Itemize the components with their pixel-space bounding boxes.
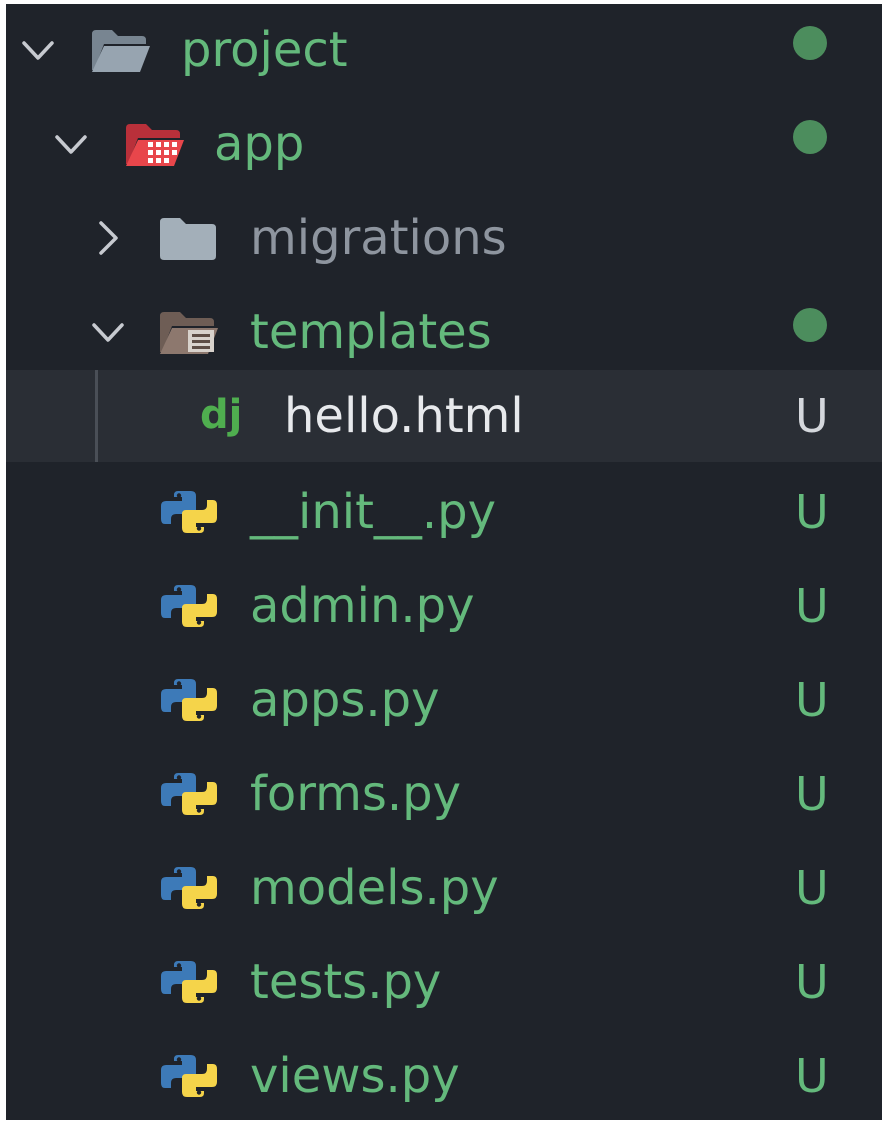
tree-item-migrations[interactable]: migrations	[6, 192, 882, 284]
git-status-untracked: U	[795, 861, 829, 915]
git-status-untracked: U	[795, 1049, 829, 1103]
tree-item-label: hello.html	[284, 388, 524, 444]
tree-item-label: apps.py	[250, 672, 440, 728]
folder-app-icon	[126, 124, 184, 166]
tree-item-admin-py[interactable]: admin.py U	[6, 560, 882, 652]
file-explorer-tree: project app migrations templates dj hell…	[6, 4, 882, 1120]
python-icon	[158, 488, 220, 536]
modified-dot	[793, 26, 827, 60]
folder-closed-icon	[160, 218, 216, 260]
tree-item-templates[interactable]: templates	[6, 286, 882, 378]
tree-item-tests-py[interactable]: tests.py U	[6, 936, 882, 1028]
chevron-down-icon[interactable]	[18, 30, 58, 70]
python-icon	[158, 864, 220, 912]
python-icon	[158, 958, 220, 1006]
modified-dot	[793, 308, 827, 342]
git-status-untracked: U	[795, 579, 829, 633]
modified-dot	[793, 120, 827, 154]
python-icon	[158, 676, 220, 724]
tree-item-models-py[interactable]: models.py U	[6, 842, 882, 934]
tree-item-label: views.py	[250, 1048, 460, 1104]
tree-item-label: admin.py	[250, 578, 475, 634]
tree-item-hello-html[interactable]: dj hello.html U	[6, 370, 882, 462]
django-icon: dj	[200, 392, 242, 438]
tree-item-apps-py[interactable]: apps.py U	[6, 654, 882, 746]
folder-open-icon	[92, 30, 150, 72]
git-status-untracked: U	[795, 485, 829, 539]
tree-item-label: __init__.py	[250, 484, 497, 540]
chevron-down-icon[interactable]	[51, 124, 91, 164]
python-icon	[158, 770, 220, 818]
tree-item-init-py[interactable]: __init__.py U	[6, 466, 882, 558]
tree-item-label: forms.py	[250, 766, 462, 822]
git-status-untracked: U	[795, 673, 829, 727]
folder-templates-icon	[160, 312, 218, 354]
python-icon	[158, 1052, 220, 1100]
tree-item-label: app	[214, 116, 305, 172]
chevron-down-icon[interactable]	[88, 312, 128, 352]
python-icon	[158, 582, 220, 630]
git-status-untracked: U	[795, 767, 829, 821]
tree-item-label: templates	[250, 304, 492, 360]
tree-item-app[interactable]: app	[6, 98, 882, 190]
tree-item-project[interactable]: project	[6, 4, 882, 96]
chevron-right-icon[interactable]	[88, 218, 128, 258]
tree-item-label: migrations	[250, 210, 507, 266]
tree-item-forms-py[interactable]: forms.py U	[6, 748, 882, 840]
tree-item-views-py[interactable]: views.py U	[6, 1030, 882, 1120]
tree-item-label: project	[181, 22, 348, 78]
svg-text:dj: dj	[200, 392, 242, 438]
indent-guide	[95, 370, 98, 462]
tree-item-label: models.py	[250, 860, 499, 916]
tree-item-label: tests.py	[250, 954, 442, 1010]
git-status-untracked: U	[795, 955, 829, 1009]
git-status-untracked: U	[795, 389, 829, 443]
